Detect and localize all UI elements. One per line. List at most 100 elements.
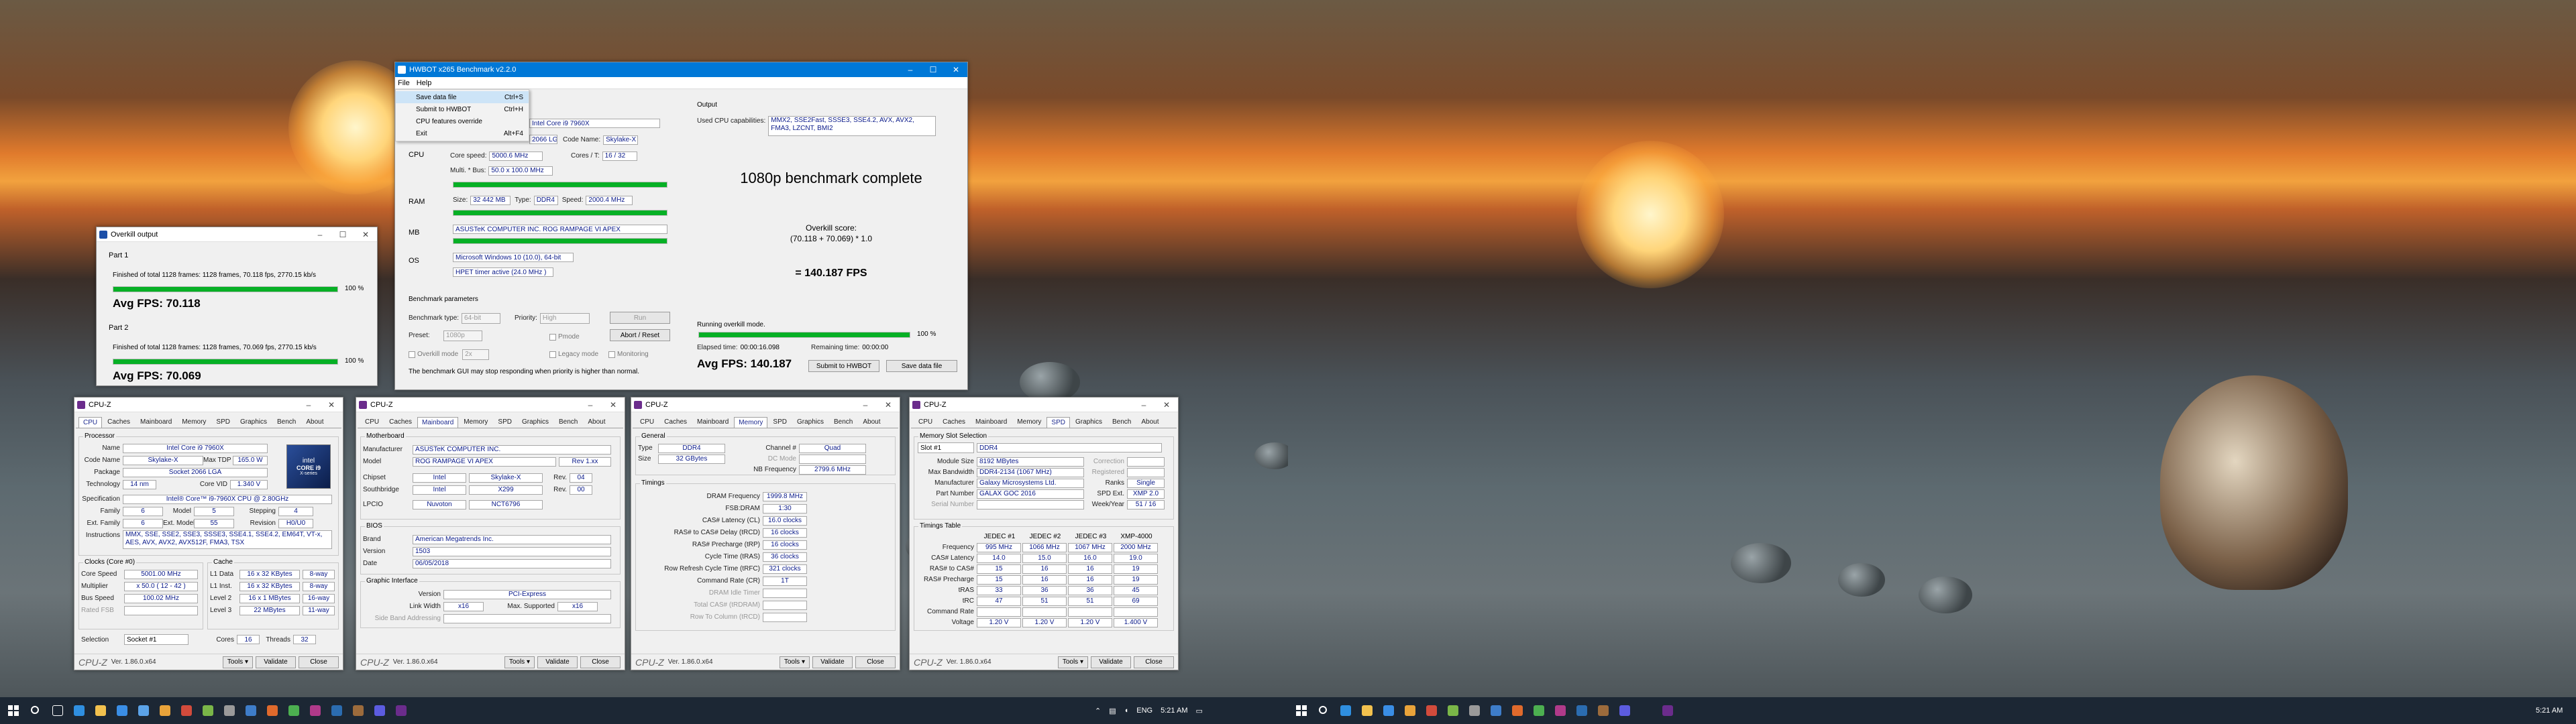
save-data-file-button[interactable]: Save data file (886, 360, 957, 372)
menu-submit-hwbot[interactable]: Submit to HWBOT Ctrl+H (396, 103, 529, 115)
tray-arrow-icon[interactable]: ⌃ (1095, 707, 1101, 715)
title-bar[interactable]: CPU-Z – ✕ (631, 398, 900, 412)
overkill-select[interactable]: 2x (462, 349, 490, 360)
app-icon[interactable] (310, 705, 321, 716)
minimize-icon[interactable]: – (579, 398, 602, 412)
mail-icon[interactable] (138, 705, 149, 716)
tab-memory[interactable]: Memory (177, 416, 211, 428)
title-bar[interactable]: CPU-Z – ✕ (910, 398, 1178, 412)
tab-bench[interactable]: Bench (554, 416, 582, 428)
app-icon[interactable] (1619, 705, 1630, 716)
tab-caches[interactable]: Caches (938, 416, 970, 428)
tab-graphics[interactable]: Graphics (517, 416, 553, 428)
tab-spd[interactable]: SPD (768, 416, 792, 428)
abort-reset-button[interactable]: Abort / Reset (610, 329, 670, 341)
search-icon[interactable] (31, 706, 39, 714)
cpuz-taskbar-icon[interactable] (1662, 705, 1673, 716)
app-icon[interactable] (1469, 705, 1480, 716)
app-icon[interactable] (203, 705, 213, 716)
tab-graphics[interactable]: Graphics (1071, 416, 1107, 428)
tab-mainboard[interactable]: Mainboard (417, 417, 459, 428)
priority-select[interactable]: High (539, 312, 590, 324)
tab-caches[interactable]: Caches (103, 416, 135, 428)
title-bar[interactable]: CPU-Z – ✕ (74, 398, 343, 412)
tab-mainboard[interactable]: Mainboard (971, 416, 1012, 428)
validate-button[interactable]: Validate (256, 656, 296, 668)
tab-cpu[interactable]: CPU (914, 416, 937, 428)
tab-caches[interactable]: Caches (659, 416, 692, 428)
app-icon[interactable] (267, 705, 278, 716)
app-icon[interactable] (246, 705, 256, 716)
app-icon[interactable] (374, 705, 385, 716)
title-bar[interactable]: CPU-Z – ✕ (356, 398, 625, 412)
validate-button[interactable]: Validate (812, 656, 853, 668)
explorer-icon[interactable] (1362, 705, 1373, 716)
app-icon[interactable] (1448, 705, 1458, 716)
tools-button[interactable]: Tools ▾ (222, 656, 253, 668)
menu-cpu-features-override[interactable]: CPU features override (396, 115, 529, 127)
tools-button[interactable]: Tools ▾ (779, 656, 810, 668)
app-icon[interactable] (224, 705, 235, 716)
tab-bench[interactable]: Bench (829, 416, 857, 428)
minimize-icon[interactable]: – (297, 398, 320, 412)
tab-cpu[interactable]: CPU (360, 416, 384, 428)
tab-mainboard[interactable]: Mainboard (692, 416, 733, 428)
tab-bench[interactable]: Bench (272, 416, 301, 428)
title-bar[interactable]: HWBOT x265 Benchmark v2.2.0 – ☐ ✕ (395, 62, 967, 77)
tab-memory[interactable]: Memory (734, 417, 768, 428)
benchmark-type-select[interactable]: 64-bit (462, 312, 501, 324)
close-button[interactable]: Close (299, 656, 339, 668)
tools-button[interactable]: Tools ▾ (504, 656, 535, 668)
notification-icon[interactable]: ▭ (1195, 707, 1202, 715)
tab-spd[interactable]: SPD (493, 416, 517, 428)
app-icon[interactable] (1534, 705, 1544, 716)
app-icon[interactable] (1491, 705, 1501, 716)
tab-about[interactable]: About (583, 416, 610, 428)
tab-bench[interactable]: Bench (1108, 416, 1136, 428)
tab-memory[interactable]: Memory (1012, 416, 1046, 428)
tab-spd[interactable]: SPD (211, 416, 235, 428)
search-icon[interactable] (1319, 706, 1327, 714)
volume-icon[interactable]: ◖ (1124, 707, 1129, 715)
socket-select[interactable]: Socket #1 (124, 634, 189, 645)
title-bar[interactable]: Overkill output – ☐ ✕ (97, 227, 377, 242)
tab-about[interactable]: About (858, 416, 885, 428)
app-icon[interactable] (1383, 705, 1394, 716)
app-icon[interactable] (331, 705, 342, 716)
task-view-icon[interactable] (52, 705, 63, 716)
overkill-mode-checkbox[interactable]: Overkill mode 2x (409, 349, 490, 360)
tab-mainboard[interactable]: Mainboard (136, 416, 176, 428)
tab-graphics[interactable]: Graphics (235, 416, 272, 428)
explorer-icon[interactable] (95, 705, 106, 716)
validate-button[interactable]: Validate (537, 656, 578, 668)
tab-cpu[interactable]: CPU (635, 416, 659, 428)
app-icon[interactable] (160, 705, 170, 716)
tab-spd[interactable]: SPD (1046, 417, 1070, 428)
maximize-icon[interactable]: ☐ (922, 62, 945, 77)
app-icon[interactable] (1426, 705, 1437, 716)
tab-cpu[interactable]: CPU (78, 417, 103, 428)
minimize-icon[interactable]: – (899, 62, 922, 77)
tab-memory[interactable]: Memory (459, 416, 492, 428)
menu-help[interactable]: Help (417, 79, 432, 87)
validate-button[interactable]: Validate (1091, 656, 1131, 668)
run-button[interactable]: Run (610, 312, 670, 324)
tab-about[interactable]: About (301, 416, 328, 428)
tab-about[interactable]: About (1136, 416, 1163, 428)
clock[interactable]: 5:21 AM (2536, 707, 2563, 715)
app-icon[interactable] (1555, 705, 1566, 716)
close-icon[interactable]: ✕ (320, 398, 343, 412)
windows-start-icon[interactable] (1296, 705, 1307, 716)
app-icon[interactable] (1598, 705, 1609, 716)
legacy-mode-checkbox[interactable]: Legacy mode (549, 349, 598, 359)
tab-caches[interactable]: Caches (384, 416, 417, 428)
minimize-icon[interactable]: – (854, 398, 877, 412)
tools-button[interactable]: Tools ▾ (1057, 656, 1088, 668)
edge-icon[interactable] (74, 705, 85, 716)
close-button[interactable]: Close (580, 656, 621, 668)
app-icon[interactable] (1512, 705, 1523, 716)
app-icon[interactable] (353, 705, 364, 716)
clock[interactable]: 5:21 AM (1161, 707, 1187, 715)
minimize-icon[interactable]: – (1132, 398, 1155, 412)
close-button[interactable]: Close (855, 656, 896, 668)
